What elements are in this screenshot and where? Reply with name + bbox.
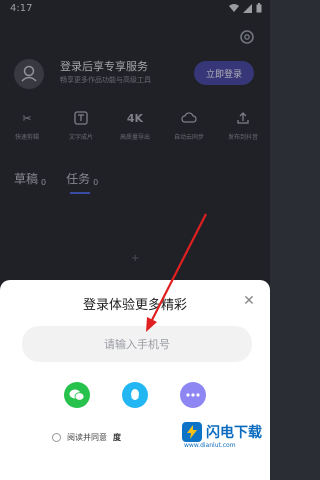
qq-icon (131, 388, 139, 400)
oauth-row (0, 382, 270, 408)
sheet-title: 登录体验更多精彩 (82, 298, 187, 313)
watermark-brand: 闪电下载 (206, 425, 262, 441)
close-icon[interactable]: ✕ (241, 293, 257, 309)
wechat-login-button[interactable] (64, 382, 90, 408)
more-icon (186, 393, 200, 397)
agreement-row: 阅读并同意 度 (52, 432, 121, 443)
phone-input[interactable] (22, 326, 252, 362)
qq-login-button[interactable] (122, 382, 148, 408)
login-sheet: 登录体验更多精彩 ✕ 阅读并同意 度 闪电下载 w (0, 280, 270, 480)
agree-text: 阅读并同意 (67, 433, 107, 442)
wechat-icon (69, 389, 85, 401)
watermark: 闪电下载 www.dianlut.com (182, 422, 262, 449)
watermark-url: www.dianlut.com (184, 442, 236, 449)
agree-radio[interactable] (52, 433, 61, 442)
more-login-button[interactable] (180, 382, 206, 408)
agree-link[interactable]: 度 (113, 432, 121, 443)
lightning-logo-icon (182, 422, 202, 442)
